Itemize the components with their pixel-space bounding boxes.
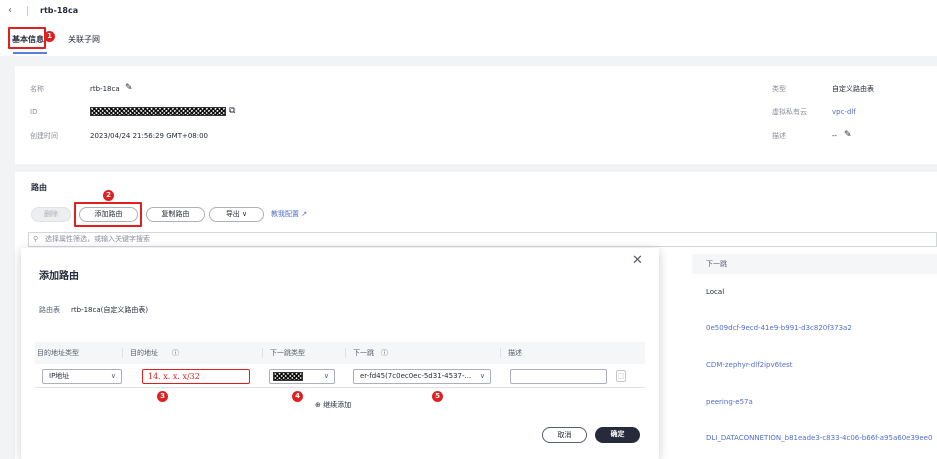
type-label: 类型 (772, 85, 786, 93)
chevron-left-icon[interactable]: ‹ (8, 5, 22, 17)
step-badge: 5 (432, 391, 443, 402)
table-row-next-hop[interactable]: DLI_DATACONNETION_b81eade3-c833-4c06-b66… (706, 433, 932, 443)
page-title: rtb-18ca (40, 6, 79, 15)
copy-icon[interactable]: ⧉ (229, 106, 235, 116)
top-bar: ‹ rtb-18ca 基本信息 关联子网 (0, 0, 937, 56)
add-more-button[interactable]: ⊕ 继续添加 (315, 400, 351, 410)
highlight-box-tab (8, 27, 46, 49)
chevron-down-icon: ∨ (110, 372, 116, 380)
trash-icon[interactable]: □ (616, 370, 626, 382)
next-hop-select[interactable]: er-fd45(7c0ec0ec-5d31-4537-... ∨ (353, 369, 491, 384)
col-next: 下一跳 (353, 349, 374, 357)
table-row-next-hop[interactable]: CDM-zephyr-dlf2ipv6test (706, 360, 793, 370)
description-input[interactable] (510, 369, 607, 384)
dest-type-value: IP地址 (49, 372, 70, 380)
add-route-button[interactable]: 添加路由 (79, 207, 138, 222)
desc-label: 描述 (772, 132, 786, 140)
learn-config-label: 教我配置 (271, 210, 299, 218)
routes-title: 路由 (31, 183, 47, 192)
dest-type-select[interactable]: IP地址 ∨ (42, 369, 122, 384)
add-route-dialog: 添加路由 ✕ 路由表 rtb-18ca(自定义路由表) 目的地址类型 目的地址 … (21, 248, 659, 459)
routes-table: 下一跳 Local 0e509dcf-9ecd-41e9-b991-d3c820… (692, 254, 937, 459)
chevron-down-icon: ∨ (479, 372, 485, 380)
plus-circle-icon: ⊕ (315, 401, 321, 409)
route-table-label: 路由表 (39, 306, 60, 314)
export-button[interactable]: 导出 ∨ (209, 207, 264, 222)
dest-address-value: 14. x. x. x/32 (148, 372, 200, 381)
export-label: 导出 (225, 210, 240, 218)
dest-address-input[interactable]: 14. x. x. x/32 (142, 369, 250, 384)
route-table-value: rtb-18ca(自定义路由表) (71, 306, 149, 314)
desc-value: -- (832, 132, 838, 140)
divider (500, 348, 501, 358)
created-label: 创建时间 (30, 132, 58, 140)
help-icon[interactable]: ⓘ (381, 348, 388, 358)
vpc-link[interactable]: vpc-dlf (832, 107, 856, 117)
name-label: 名称 (30, 85, 44, 93)
table-header (35, 342, 645, 364)
divider (345, 348, 346, 358)
table-row-next-hop[interactable]: 0e509dcf-9ecd-41e9-b991-d3c820f373a2 (706, 323, 852, 333)
add-more-label: 继续添加 (323, 401, 352, 409)
learn-config-link[interactable]: 教我配置 ↗ (271, 209, 307, 219)
next-hop-header: 下一跳 (692, 254, 937, 274)
step-badge: 4 (292, 391, 303, 402)
name-value: rtb-18ca (90, 85, 120, 93)
search-icon: ⚲ (33, 235, 39, 243)
masked-id (90, 107, 226, 116)
chevron-down-icon: ∨ (323, 372, 329, 380)
step-badge: 1 (44, 31, 55, 42)
created-value: 2023/04/24 21:56:29 GMT+08:00 (90, 132, 209, 140)
divider (122, 348, 123, 358)
step-badge: 3 (157, 391, 168, 402)
page: ‹ rtb-18ca 基本信息 关联子网 1 名称 rtb-18ca ✎ ID … (0, 0, 937, 459)
vpc-label: 虚拟私有云 (772, 108, 807, 116)
edit-desc-icon[interactable]: ✎ (844, 130, 852, 140)
search-placeholder: 选择属性筛选，或输入关键字搜索 (45, 235, 150, 243)
delete-button[interactable]: 删除 (31, 207, 71, 222)
divider (27, 6, 28, 16)
id-label: ID (30, 108, 38, 116)
table-row-next-hop[interactable]: peering-e57a (706, 397, 753, 407)
next-hop-type-select[interactable]: ∨ (269, 369, 335, 384)
divider (262, 348, 263, 358)
col-dest: 目的地址 (130, 349, 158, 357)
confirm-button[interactable]: 确定 (595, 427, 640, 443)
info-card: 名称 rtb-18ca ✎ ID ⧉ 创建时间 2023/04/24 21:56… (15, 66, 937, 164)
col-desc: 描述 (508, 349, 522, 357)
chevron-down-icon: ∨ (242, 210, 248, 218)
col-next-type: 下一跳类型 (270, 349, 305, 357)
step-badge: 2 (103, 190, 114, 201)
type-value: 自定义路由表 (832, 85, 874, 93)
tab-active-indicator (13, 52, 47, 54)
next-hop-value: er-fd45(7c0ec0ec-5d31-4537-... (360, 372, 472, 380)
help-icon[interactable]: ⓘ (172, 348, 179, 358)
dialog-title: 添加路由 (39, 271, 79, 282)
masked-next-hop-type (273, 372, 303, 381)
row-divider (35, 387, 645, 388)
col-dest-type: 目的地址类型 (37, 349, 79, 357)
cancel-button[interactable]: 取消 (542, 427, 587, 443)
edit-icon[interactable]: ✎ (125, 83, 133, 93)
close-icon[interactable]: ✕ (632, 254, 643, 268)
tab-associated-subnets[interactable]: 关联子网 (68, 34, 100, 46)
copy-route-button[interactable]: 复制路由 (146, 207, 205, 222)
search-input[interactable]: ⚲ 选择属性筛选，或输入关键字搜索 (28, 232, 937, 247)
external-link-icon: ↗ (301, 210, 308, 218)
table-row-next-hop: Local (706, 288, 725, 296)
